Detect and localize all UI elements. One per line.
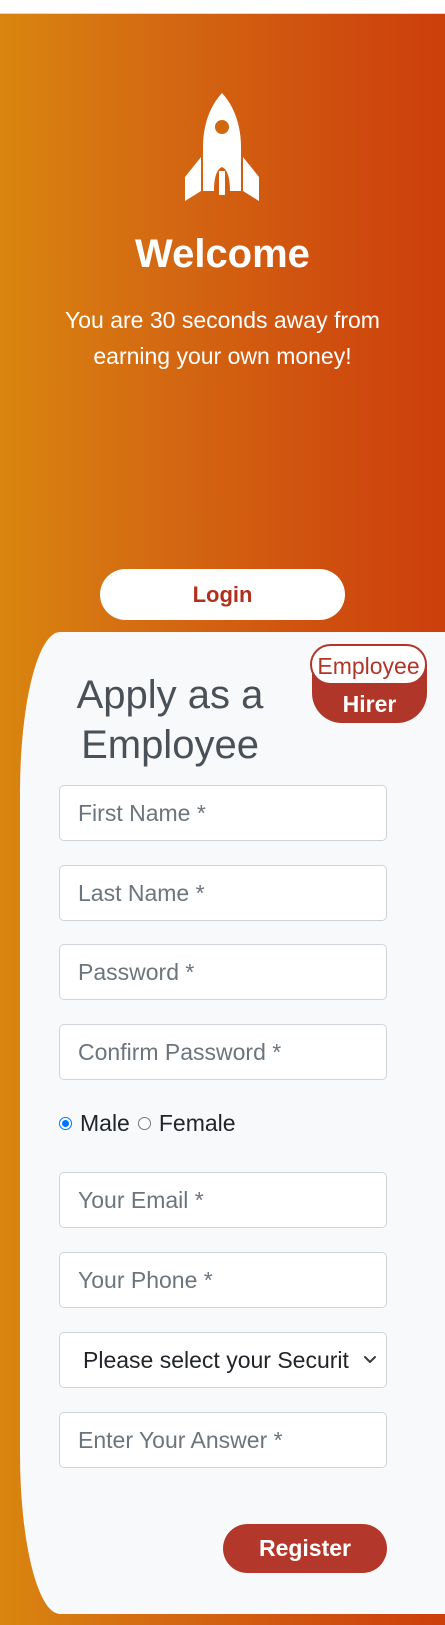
last-name-input[interactable]	[59, 865, 387, 921]
female-label[interactable]: Female	[159, 1110, 236, 1137]
role-toggle: Employee Hirer	[310, 644, 427, 723]
password-input[interactable]	[59, 944, 387, 1000]
form-title: Apply as a Employee	[76, 673, 264, 767]
male-radio[interactable]	[59, 1116, 72, 1130]
confirm-password-input[interactable]	[59, 1024, 387, 1080]
phone-input[interactable]	[59, 1252, 387, 1308]
welcome-subtitle: You are 30 seconds away from earning you…	[65, 307, 380, 369]
email-input[interactable]	[59, 1172, 387, 1228]
security-question-value: Please select your Securit	[83, 1347, 349, 1373]
first-name-input[interactable]	[59, 785, 387, 841]
female-radio[interactable]	[137, 1116, 151, 1130]
security-answer-input[interactable]	[59, 1412, 387, 1468]
register-button[interactable]: Register	[223, 1524, 387, 1573]
hirer-tab[interactable]: Hirer	[312, 686, 427, 722]
chevron-down-icon	[364, 1356, 376, 1363]
security-question-select[interactable]: Please select your Securit	[59, 1332, 387, 1388]
employee-tab[interactable]: Employee	[310, 644, 427, 685]
gender-group: Male Female	[59, 1107, 244, 1139]
welcome-title: Welcome	[135, 232, 310, 276]
rocket-icon	[185, 93, 259, 201]
browser-top-bar	[0, 0, 445, 14]
login-button[interactable]: Login	[100, 569, 345, 620]
male-label[interactable]: Male	[80, 1110, 130, 1137]
